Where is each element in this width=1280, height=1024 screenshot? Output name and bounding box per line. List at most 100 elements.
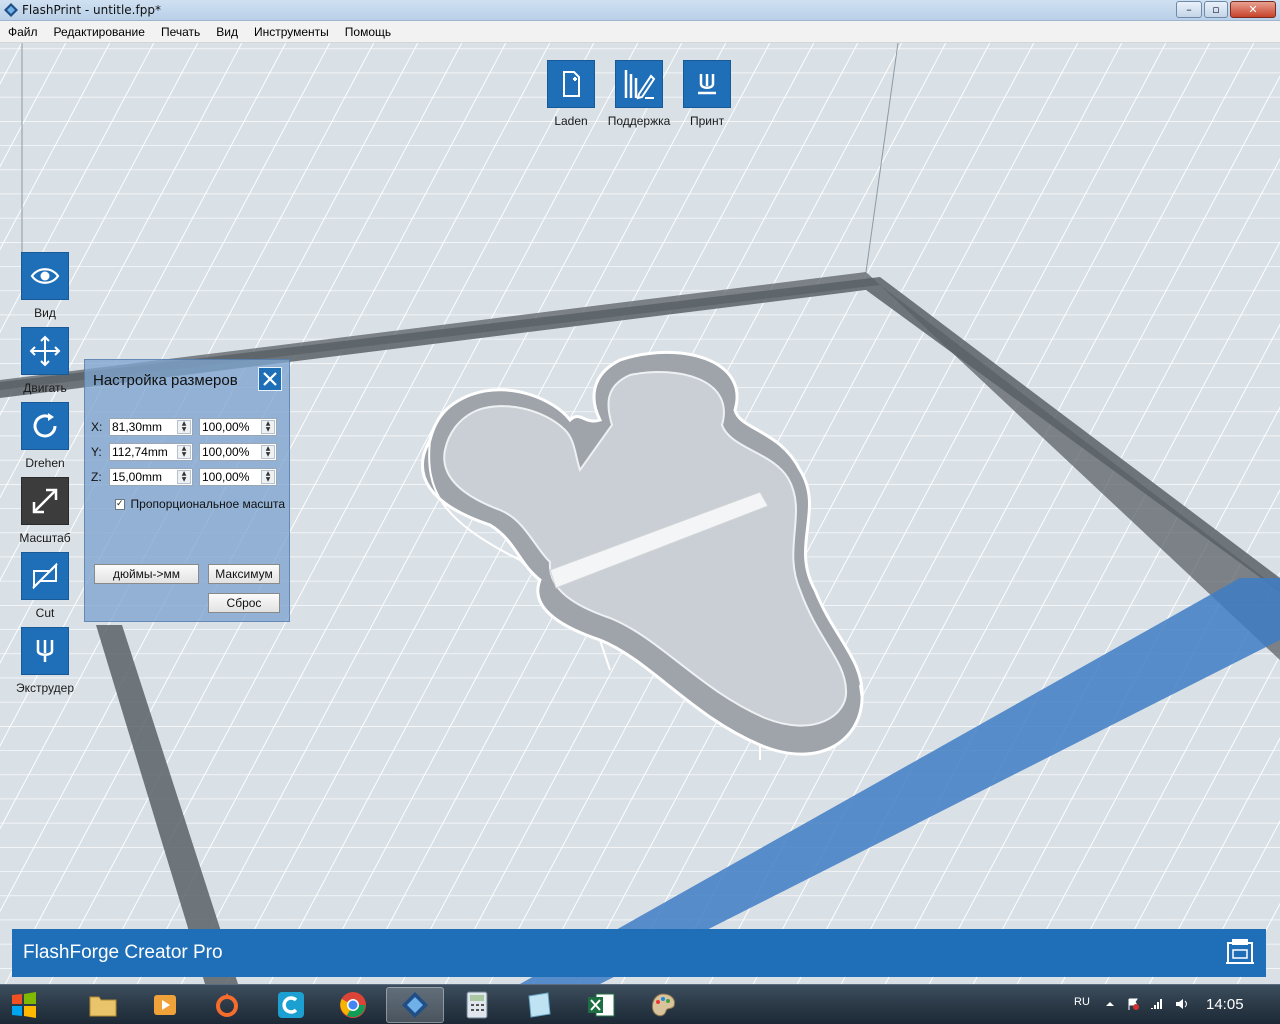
windows-taskbar: RU 14:05 xyxy=(0,984,1280,1024)
move-button[interactable] xyxy=(21,327,69,375)
axis-label-z: Z: xyxy=(91,470,102,484)
percent-z-field[interactable]: ▲▼ xyxy=(199,468,277,486)
chrome-icon xyxy=(340,992,366,1018)
support-tool[interactable]: Поддержка xyxy=(604,60,674,128)
close-icon xyxy=(263,372,277,386)
size-z-input[interactable] xyxy=(110,469,176,485)
rotate-button[interactable] xyxy=(21,402,69,450)
move-label: Двигать xyxy=(23,381,67,395)
network-signal-icon[interactable] xyxy=(1150,997,1164,1011)
show-hidden-icons-icon[interactable] xyxy=(1103,997,1117,1011)
print-button[interactable] xyxy=(683,60,731,108)
taskbar-explorer[interactable] xyxy=(74,987,132,1023)
percent-z-spinner-icon[interactable]: ▲ ▼ xyxy=(261,470,275,484)
rotate-label: Drehen xyxy=(25,456,65,470)
percent-y-spinner-icon[interactable]: ▲ ▼ xyxy=(261,445,275,459)
notes-icon xyxy=(528,992,551,1018)
size-x-field[interactable]: ▲▼ xyxy=(109,418,193,436)
size-x-input[interactable] xyxy=(110,419,176,435)
taskbar-chrome[interactable] xyxy=(324,987,382,1023)
load-label: Laden xyxy=(554,114,588,128)
title-bar[interactable]: FlashPrint - untitle.fpp* – ▫ ✕ xyxy=(0,0,1280,21)
eye-icon xyxy=(30,268,60,284)
rotate-icon xyxy=(33,413,57,438)
menu-edit[interactable]: Редактирование xyxy=(46,25,153,39)
scale-row-x: X: ▲▼ ▲▼ xyxy=(91,418,283,436)
move-tool[interactable]: Двигать xyxy=(10,327,80,395)
percent-x-spinner-icon[interactable]: ▲ ▼ xyxy=(261,420,275,434)
extruder-tool[interactable]: Экструдер xyxy=(10,627,80,695)
menu-help[interactable]: Помощь xyxy=(337,25,399,39)
windows-logo-icon xyxy=(12,992,36,1018)
cut-icon xyxy=(32,562,58,590)
menu-print[interactable]: Печать xyxy=(153,25,208,39)
scale-tool[interactable]: Масштаб xyxy=(10,477,80,545)
calculator-icon xyxy=(466,991,488,1019)
taskbar-clock[interactable]: 14:05 xyxy=(1206,996,1244,1013)
minimize-button[interactable]: – xyxy=(1176,1,1202,18)
percent-x-input[interactable] xyxy=(200,419,260,435)
percent-z-input[interactable] xyxy=(200,469,260,485)
size-x-spinner-icon[interactable]: ▲ ▼ xyxy=(177,420,191,434)
scale-settings-panel: Настройка размеров X: ▲▼ ▲▼ Y: ▲▼ xyxy=(84,359,290,622)
extruder-label: Экструдер xyxy=(16,681,74,695)
scale-row-y: Y: ▲▼ ▲▼ xyxy=(91,443,283,461)
scale-button[interactable] xyxy=(21,477,69,525)
percent-x-field[interactable]: ▲▼ xyxy=(199,418,277,436)
scale-row-z: Z: ▲▼ ▲▼ xyxy=(91,468,283,486)
axis-label-x: X: xyxy=(91,420,103,434)
taskbar-calculator[interactable] xyxy=(448,987,506,1023)
panel-title: Настройка размеров xyxy=(93,372,238,389)
percent-y-field[interactable]: ▲▼ xyxy=(199,443,277,461)
size-z-spinner-icon[interactable]: ▲ ▼ xyxy=(177,470,191,484)
status-bar: FlashForge Creator Pro xyxy=(12,929,1266,977)
size-z-field[interactable]: ▲▼ xyxy=(109,468,193,486)
size-y-field[interactable]: ▲▼ xyxy=(109,443,193,461)
rotate-tool[interactable]: Drehen xyxy=(10,402,80,470)
percent-y-input[interactable] xyxy=(200,444,260,460)
scale-label: Масштаб xyxy=(19,531,71,545)
language-indicator[interactable]: RU xyxy=(1074,996,1090,1008)
close-panel-button[interactable] xyxy=(258,367,282,391)
size-y-input[interactable] xyxy=(110,444,176,460)
load-tool[interactable]: Laden xyxy=(536,60,606,128)
print-tool[interactable]: Принт xyxy=(672,60,742,128)
printer-status-icon[interactable] xyxy=(1224,937,1256,969)
taskbar-origin[interactable] xyxy=(198,987,256,1023)
taskbar-media-player[interactable] xyxy=(136,987,194,1023)
paint-palette-icon xyxy=(651,993,675,1017)
start-button[interactable] xyxy=(0,987,48,1023)
maximize-button[interactable]: ▫ xyxy=(1204,1,1228,18)
taskbar-notes[interactable] xyxy=(510,987,568,1023)
maximum-button[interactable]: Максимум xyxy=(208,564,280,584)
action-center-flag-icon[interactable] xyxy=(1126,997,1140,1011)
print-icon xyxy=(698,74,716,95)
window-title: FlashPrint - untitle.fpp* xyxy=(22,3,161,17)
print-label: Принт xyxy=(689,114,725,128)
menu-file[interactable]: Файл xyxy=(0,25,46,39)
view-tool[interactable]: Вид xyxy=(10,252,80,320)
volume-icon[interactable] xyxy=(1174,997,1188,1011)
view-button[interactable] xyxy=(21,252,69,300)
extruder-button[interactable] xyxy=(21,627,69,675)
proportional-checkbox[interactable]: ✓ xyxy=(115,498,125,510)
menu-tools[interactable]: Инструменты xyxy=(246,25,337,39)
taskbar-excel[interactable] xyxy=(572,987,630,1023)
scale-icon xyxy=(32,488,58,514)
taskbar-paint[interactable] xyxy=(634,987,692,1023)
taskbar-ccleaner[interactable] xyxy=(262,987,320,1023)
inch-to-mm-button[interactable]: дюймы->мм xyxy=(94,564,199,584)
menu-view[interactable]: Вид xyxy=(208,25,246,39)
load-button[interactable] xyxy=(547,60,595,108)
proportional-scale-option[interactable]: ✓ Пропорциональное масштабирование xyxy=(115,497,285,511)
ccleaner-icon xyxy=(278,992,304,1018)
size-y-spinner-icon[interactable]: ▲ ▼ xyxy=(177,445,191,459)
move-arrows-icon xyxy=(29,335,61,367)
support-button[interactable] xyxy=(615,60,663,108)
cut-tool[interactable]: Cut xyxy=(10,552,80,620)
proportional-label: Пропорциональное масштабирование xyxy=(130,497,285,511)
close-window-button[interactable]: ✕ xyxy=(1230,1,1276,18)
reset-button[interactable]: Сброс xyxy=(208,593,280,613)
cut-button[interactable] xyxy=(21,552,69,600)
taskbar-flashprint[interactable] xyxy=(386,987,444,1023)
